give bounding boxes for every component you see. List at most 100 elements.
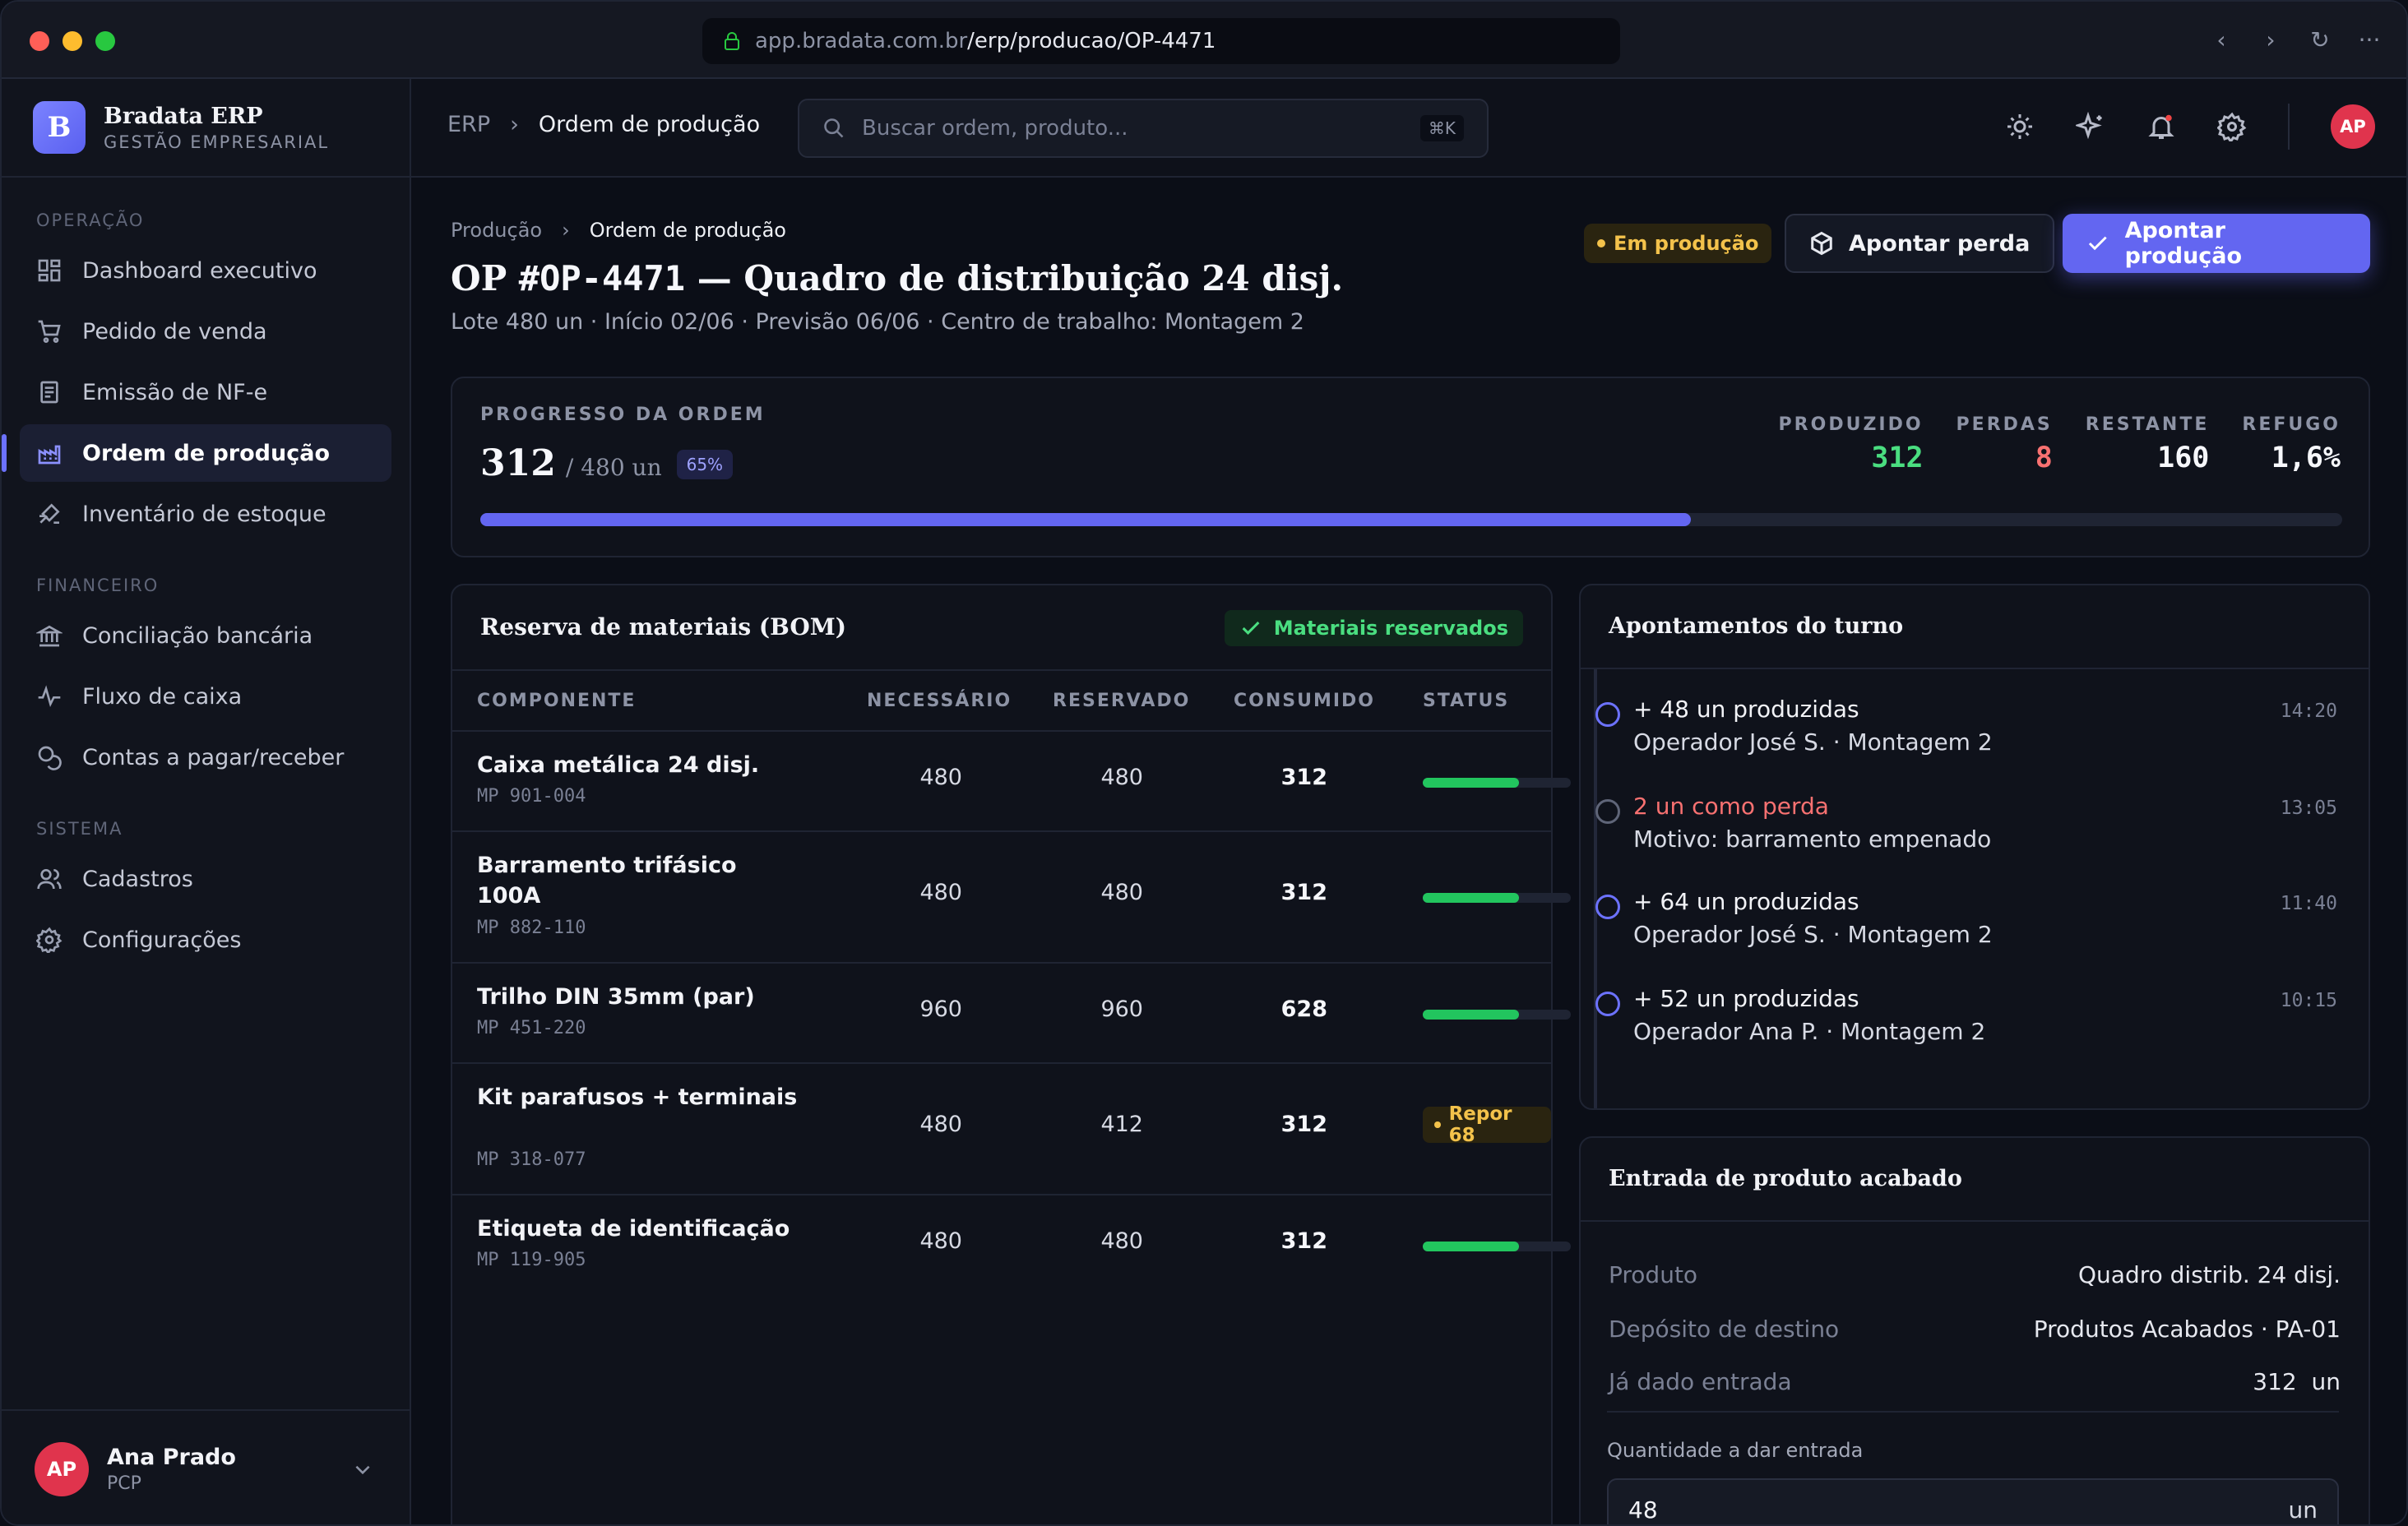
sidebar-item-label: Pedido de venda [82, 318, 267, 345]
needed-value: 960 [919, 997, 962, 1022]
table-row[interactable]: Barramento trifásico 100A MP 882-110 480… [452, 832, 1571, 964]
apontar-producao-button[interactable]: Apontar produção [2063, 214, 2370, 273]
produced-count: 312 [480, 442, 556, 484]
user-name: Ana Prado [107, 1445, 236, 1470]
component-code: MP 119-905 [477, 1250, 586, 1270]
event-detail: Motivo: barramento empenado [1633, 825, 1992, 853]
table-row[interactable]: Caixa metálica 24 disj. MP 901-004 480 4… [452, 732, 1571, 832]
consumed-value: 312 [1280, 765, 1327, 790]
shift-log-card: Apontamentos do turno + 48 un produzidas… [1579, 584, 2370, 1110]
topbar: ERP › Ordem de produção Buscar ordem, pr… [411, 79, 2406, 178]
col-necessario[interactable]: NECESSÁRIO [867, 691, 1012, 711]
gear-icon[interactable] [2217, 112, 2247, 141]
stat-restante: RESTANTE 160 [2086, 414, 2210, 474]
stat-value: 312 [1871, 442, 1924, 474]
timeline-line [1594, 669, 1597, 1108]
sidebar-item-configuracoes[interactable]: Configurações [20, 911, 391, 969]
stat-label: REFUGO [2242, 414, 2341, 435]
col-reservado[interactable]: RESERVADO [1053, 691, 1190, 711]
event-time: 14:20 [2280, 701, 2337, 722]
factory-icon [38, 445, 61, 465]
stat-value: 1,6% [2271, 442, 2341, 474]
minimize-window-button[interactable] [63, 31, 82, 51]
divider [1581, 668, 2369, 669]
breadcrumb-parent[interactable]: Produção [451, 219, 542, 242]
col-consumido[interactable]: CONSUMIDO [1234, 691, 1375, 711]
sidebar-item-dashboard[interactable]: Dashboard executivo [20, 242, 391, 299]
maximize-window-button[interactable] [95, 31, 115, 51]
event-time: 10:15 [2280, 990, 2337, 1011]
search-icon [824, 118, 844, 138]
sidebar-item-label: Contas a pagar/receber [82, 744, 345, 770]
component-name: Trilho DIN 35mm (par) [477, 984, 755, 1010]
sidebar-item-inventario[interactable]: Inventário de estoque [20, 485, 391, 543]
reserved-badge: Materiais reservados [1224, 610, 1523, 646]
event-detail: Operador José S. · Montagem 2 [1633, 921, 1993, 948]
table-row[interactable]: Trilho DIN 35mm (par) MP 451-220 960 960… [452, 964, 1571, 1064]
status-bar-fill [1423, 1010, 1519, 1020]
status-bar-fill [1423, 893, 1519, 903]
back-icon[interactable]: ‹ [2211, 26, 2232, 53]
address-bar[interactable]: app.bradata.com.br/erp/producao/OP-4471 [702, 18, 1620, 64]
forward-icon[interactable]: › [2260, 26, 2281, 53]
sidebar-item-cadastros[interactable]: Cadastros [20, 850, 391, 908]
close-window-button[interactable] [30, 31, 49, 51]
page-breadcrumb: Produção › Ordem de produção [451, 219, 786, 242]
sidebar-item-label: Dashboard executivo [82, 257, 317, 284]
inventory-icon [39, 503, 60, 524]
event-time: 13:05 [2280, 798, 2337, 819]
divider [2288, 104, 2290, 150]
stat-refugo: REFUGO 1,6% [2242, 414, 2341, 474]
reload-icon[interactable]: ↻ [2309, 26, 2331, 53]
reserved-value: 480 [1100, 765, 1143, 790]
more-icon[interactable]: ··· [2359, 26, 2381, 53]
consumed-value: 312 [1280, 880, 1327, 905]
col-componente[interactable]: COMPONENTE [477, 691, 636, 711]
table-row[interactable]: Etiqueta de identificação MP 119-905 480… [452, 1195, 1571, 1296]
user-menu[interactable]: AP Ana Prado PCP [2, 1409, 410, 1524]
quantity-input[interactable]: 48 un [1607, 1478, 2339, 1524]
quantity-label: Quantidade a dar entrada [1607, 1439, 1864, 1462]
sidebar-item-pedido-venda[interactable]: Pedido de venda [20, 303, 391, 360]
order-code: #OP-4471 [518, 258, 686, 298]
sidebar-item-label: Configurações [82, 927, 242, 953]
component-code: MP 318-077 [477, 1149, 586, 1170]
sun-icon[interactable] [2005, 112, 2035, 141]
url-host: app.bradata.com.br [755, 29, 968, 53]
page-subtitle: Lote 480 un · Início 02/06 · Previsão 06… [451, 309, 1304, 335]
avatar[interactable]: AP [2331, 104, 2375, 149]
component-name: Kit parafusos + terminais [477, 1084, 798, 1110]
entry-form: Quantidade a dar entrada 48 un [1579, 1136, 2370, 1524]
brand[interactable]: B Bradata ERP GESTÃO EMPRESARIAL [2, 79, 410, 178]
sidebar-item-contas[interactable]: Contas a pagar/receber [20, 728, 391, 786]
check-icon [2088, 236, 2107, 251]
user-role: PCP [107, 1473, 141, 1494]
search-input[interactable]: Buscar ordem, produto... ⌘K [798, 99, 1489, 158]
status-bar [1423, 778, 1571, 788]
progress-stats: PRODUZIDO 312 PERDAS 8 RESTANTE 160 REFUGO 1… [1779, 414, 2341, 474]
sidebar-item-ordem-producao[interactable]: Ordem de produção [2, 424, 391, 482]
sidebar-item-fluxo-caixa[interactable]: Fluxo de caixa [20, 668, 391, 725]
apontar-perda-button[interactable]: Apontar perda [1785, 214, 2055, 273]
nav-section-operacao: OPERAÇÃO [36, 210, 145, 230]
stat-label: RESTANTE [2085, 414, 2210, 435]
col-status[interactable]: STATUS [1423, 691, 1509, 711]
sidebar-item-label: Emissão de NF-e [82, 379, 268, 405]
status-bar [1423, 893, 1571, 903]
browser-chrome: app.bradata.com.br/erp/producao/OP-4471 … [2, 2, 2406, 79]
bom-card: Reserva de materiais (BOM) Materiais res… [451, 584, 1571, 1524]
coins-icon [38, 746, 62, 770]
lock-icon [725, 32, 739, 50]
brand-name: Bradata ERP [104, 103, 263, 129]
table-row[interactable]: Kit parafusos + terminais MP 318-077 480… [452, 1064, 1551, 1195]
status-bar-fill [1423, 778, 1519, 788]
event-time: 11:40 [2280, 893, 2337, 914]
chevron-down-icon[interactable] [352, 1459, 373, 1480]
sidebar-item-nfe[interactable]: Emissão de NF-e [20, 363, 391, 421]
divider [1607, 1411, 2339, 1413]
sidebar-item-conciliacao[interactable]: Conciliação bancária [20, 607, 391, 664]
bell-icon[interactable] [2146, 112, 2176, 141]
breadcrumb-root[interactable]: ERP [447, 112, 490, 137]
sparkles-icon[interactable] [2076, 112, 2105, 141]
progress-card: PROGRESSO DA ORDEM 312 / 480 un 65% PROD… [451, 377, 2370, 557]
